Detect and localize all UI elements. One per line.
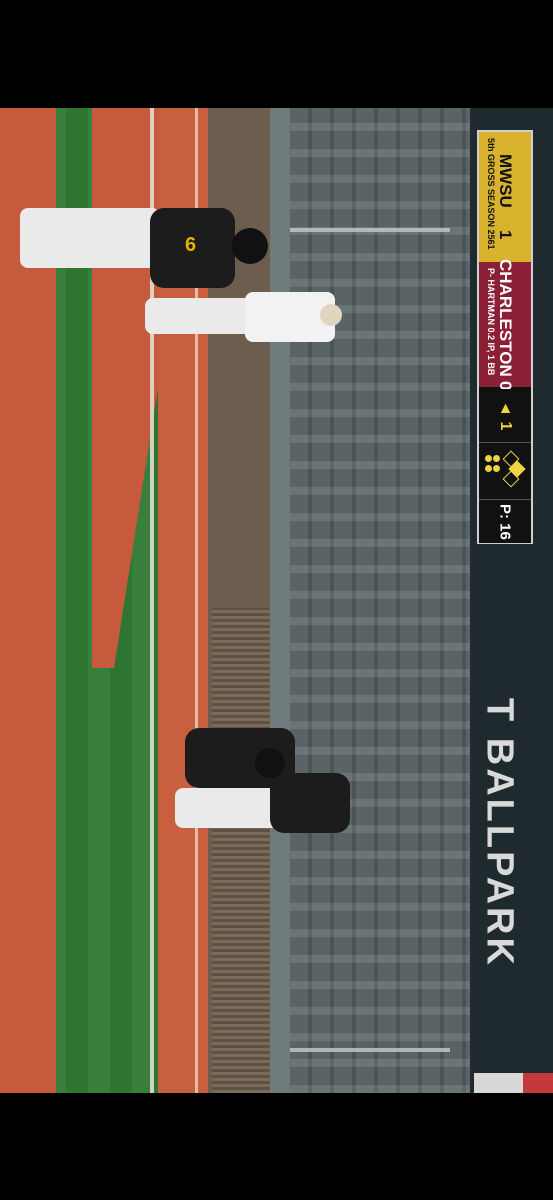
ball-dot-icon	[493, 465, 500, 472]
inning-indicator: ▲ 1	[479, 389, 531, 441]
pitch-count: P: 16	[479, 499, 531, 543]
grandstand-seats	[290, 108, 475, 1093]
team-1-score: 1	[496, 230, 515, 240]
player-catcher-umpire	[175, 718, 355, 838]
ballpark-sign: T BALLPARK	[478, 698, 521, 968]
stair-railing	[290, 1048, 450, 1052]
out-dot-icon	[485, 455, 492, 462]
team-2-name: CHARLESTON	[496, 258, 515, 377]
player-fielder	[135, 288, 345, 348]
team-2-subtext: P- HARTMAN 0.2 IP, 1 BB	[486, 268, 496, 376]
scorebug: MWSU 1 5th GROSS SEASON 2561 CHARLESTON …	[477, 130, 533, 544]
dugout-wall	[270, 108, 292, 1093]
out-dot-icon	[485, 465, 492, 472]
video-frame: T BALLPARK 6	[0, 108, 553, 1093]
team-1-name: MWSU	[496, 154, 515, 209]
player-batter: 6	[10, 208, 268, 298]
bases-diamond	[479, 442, 531, 499]
ball-dot-icon	[493, 455, 500, 462]
corner-flag	[474, 1073, 553, 1093]
gravel-strip	[212, 608, 272, 1093]
stair-railing	[290, 228, 450, 232]
team-1-subtext: 5th GROSS SEASON 2561	[486, 138, 496, 250]
jersey-number: 6	[185, 234, 197, 256]
